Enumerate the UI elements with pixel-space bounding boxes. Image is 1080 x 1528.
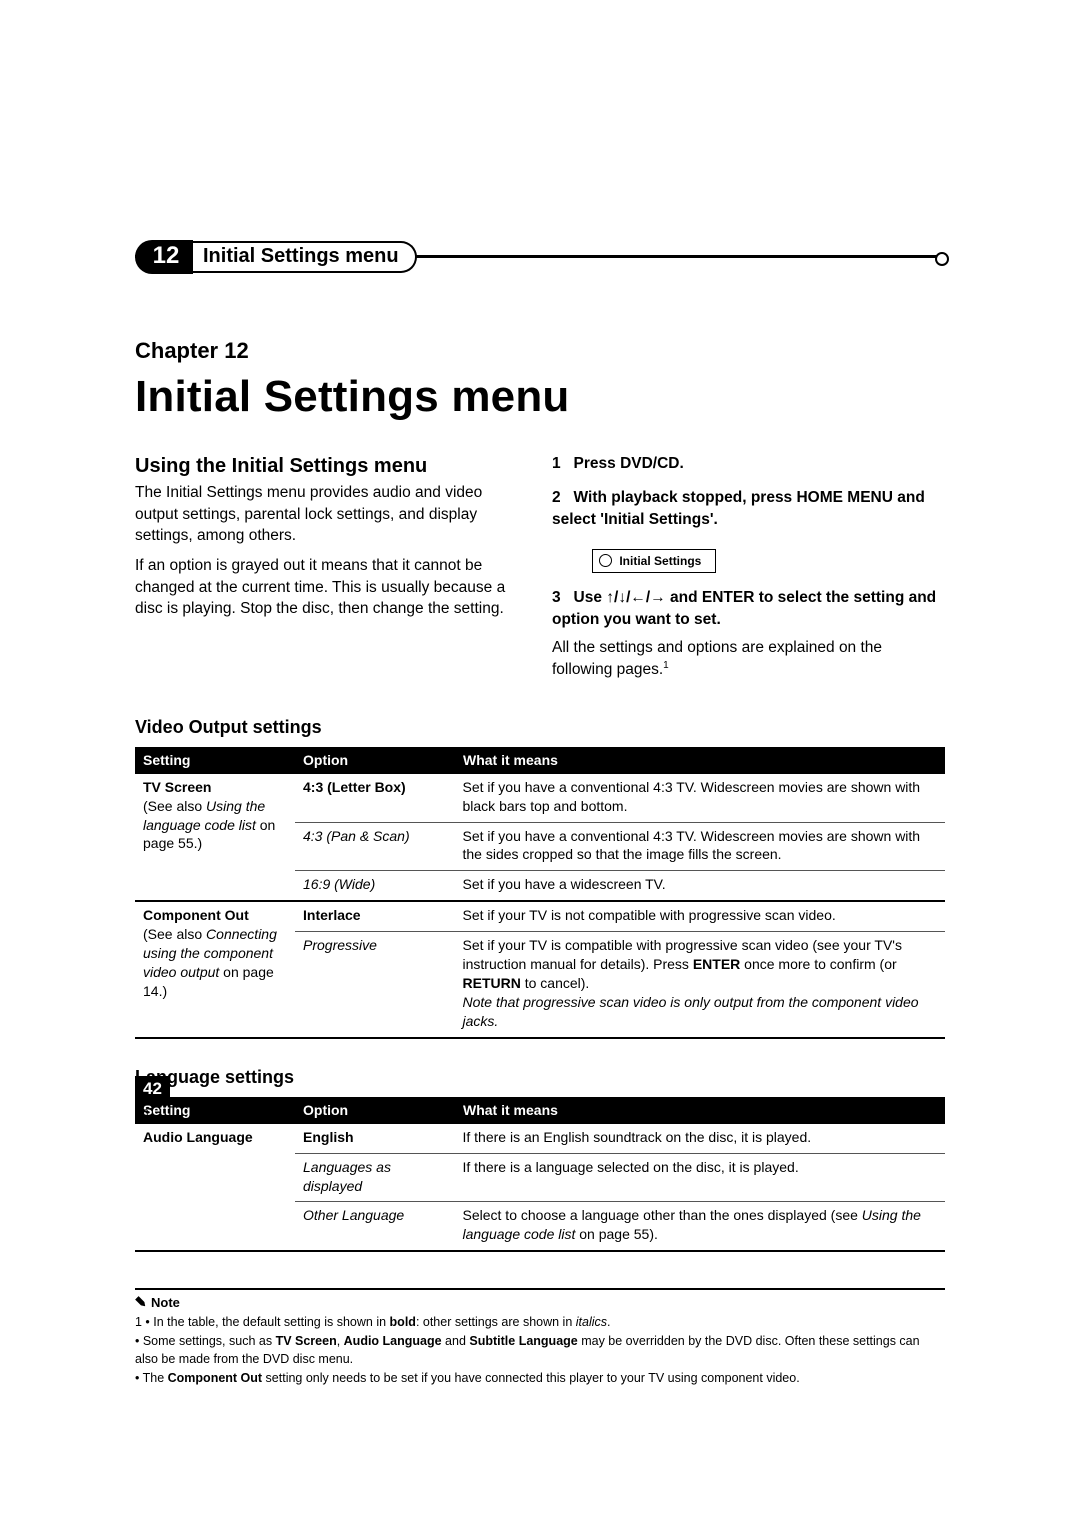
page-lang: En: [135, 1105, 170, 1120]
intro-para-1: The Initial Settings menu provides audio…: [135, 482, 528, 547]
page-number-block: 42 En: [135, 1076, 170, 1120]
meaning-other-language: Select to choose a language other than t…: [455, 1202, 945, 1251]
language-settings-table: Setting Option What it means Audio Langu…: [135, 1097, 945, 1252]
intro-left: Using the Initial Settings menu The Init…: [135, 453, 528, 689]
option-interlace: Interlace: [295, 901, 455, 931]
meaning-43-letterbox: Set if you have a conventional 4:3 TV. W…: [455, 774, 945, 822]
option-english: English: [295, 1124, 455, 1153]
video-output-table: Setting Option What it means TV Screen (…: [135, 747, 945, 1039]
initial-settings-chip-label: Initial Settings: [619, 554, 701, 568]
chapter-rule-cap-icon: [935, 252, 949, 266]
ring-icon: [599, 554, 612, 567]
col-meaning: What it means: [455, 747, 945, 774]
col-option: Option: [295, 747, 455, 774]
page-number: 42: [135, 1076, 170, 1103]
note-line-3: • The Component Out setting only needs t…: [135, 1370, 945, 1388]
meaning-progressive: Set if your TV is compatible with progre…: [455, 932, 945, 1038]
arrow-keys-icon: ↑/↓/←/→: [606, 589, 665, 606]
initial-settings-chip: Initial Settings: [592, 549, 716, 573]
note-list: 1 • In the table, the default setting is…: [135, 1314, 945, 1388]
step-2: 2 With playback stopped, press HOME MENU…: [552, 487, 945, 531]
option-43-letterbox: 4:3 (Letter Box): [295, 774, 455, 822]
option-languages-as-displayed: Languages as displayed: [295, 1153, 455, 1202]
pencil-icon: [133, 1294, 150, 1311]
chapter-badge: 12 Initial Settings menu: [135, 240, 417, 274]
option-progressive: Progressive: [295, 932, 455, 1038]
setting-tv-screen: TV Screen (See also Using the language c…: [135, 774, 295, 901]
meaning-interlace: Set if your TV is not compatible with pr…: [455, 901, 945, 931]
step-1-num: 1: [552, 455, 561, 472]
lang-col-option: Option: [295, 1097, 455, 1124]
note-line-1: 1 • In the table, the default setting is…: [135, 1314, 945, 1332]
meaning-43-panscan: Set if you have a conventional 4:3 TV. W…: [455, 822, 945, 871]
note-line-2: • Some settings, such as TV Screen, Audi…: [135, 1333, 945, 1368]
language-settings-heading: Language settings: [135, 1065, 945, 1089]
step-2-num: 2: [552, 489, 561, 506]
col-setting: Setting: [135, 747, 295, 774]
lang-col-meaning: What it means: [455, 1097, 945, 1124]
option-169-wide: 16:9 (Wide): [295, 871, 455, 901]
setting-component-out: Component Out (See also Connecting using…: [135, 901, 295, 1037]
step-1-text: Press DVD/CD.: [574, 455, 684, 472]
intro-para-2: If an option is grayed out it means that…: [135, 555, 528, 620]
step-3-lead: Use: [574, 589, 607, 606]
setting-audio-language: Audio Language: [135, 1124, 295, 1251]
chapter-prefix: Chapter 12: [135, 336, 945, 366]
page-title: Initial Settings menu: [135, 367, 945, 426]
chapter-header: 12 Initial Settings menu: [135, 240, 945, 274]
step-1: 1 Press DVD/CD.: [552, 453, 945, 475]
chapter-label: Initial Settings menu: [203, 243, 399, 270]
step-3: 3 Use ↑/↓/←/→ and ENTER to select the se…: [552, 587, 945, 631]
note-label: Note: [135, 1294, 945, 1312]
meaning-169-wide: Set if you have a widescreen TV.: [455, 871, 945, 901]
step-3-sup: 1: [663, 660, 669, 671]
step-3-follow-text: All the settings and options are explain…: [552, 639, 882, 678]
step-3-follow: All the settings and options are explain…: [552, 637, 945, 681]
step-2-text: With playback stopped, press HOME MENU a…: [552, 489, 925, 528]
option-other-language: Other Language: [295, 1202, 455, 1251]
chapter-number: 12: [135, 240, 193, 274]
step-3-num: 3: [552, 589, 561, 606]
meaning-english: If there is an English soundtrack on the…: [455, 1124, 945, 1153]
video-output-heading: Video Output settings: [135, 715, 945, 739]
meaning-languages-as-displayed: If there is a language selected on the d…: [455, 1153, 945, 1202]
section-heading-using: Using the Initial Settings menu: [135, 453, 528, 480]
intro-right: 1 Press DVD/CD. 2 With playback stopped,…: [552, 453, 945, 689]
intro-columns: Using the Initial Settings menu The Init…: [135, 453, 945, 689]
note-block: Note 1 • In the table, the default setti…: [135, 1288, 945, 1388]
option-43-panscan: 4:3 (Pan & Scan): [295, 822, 455, 871]
